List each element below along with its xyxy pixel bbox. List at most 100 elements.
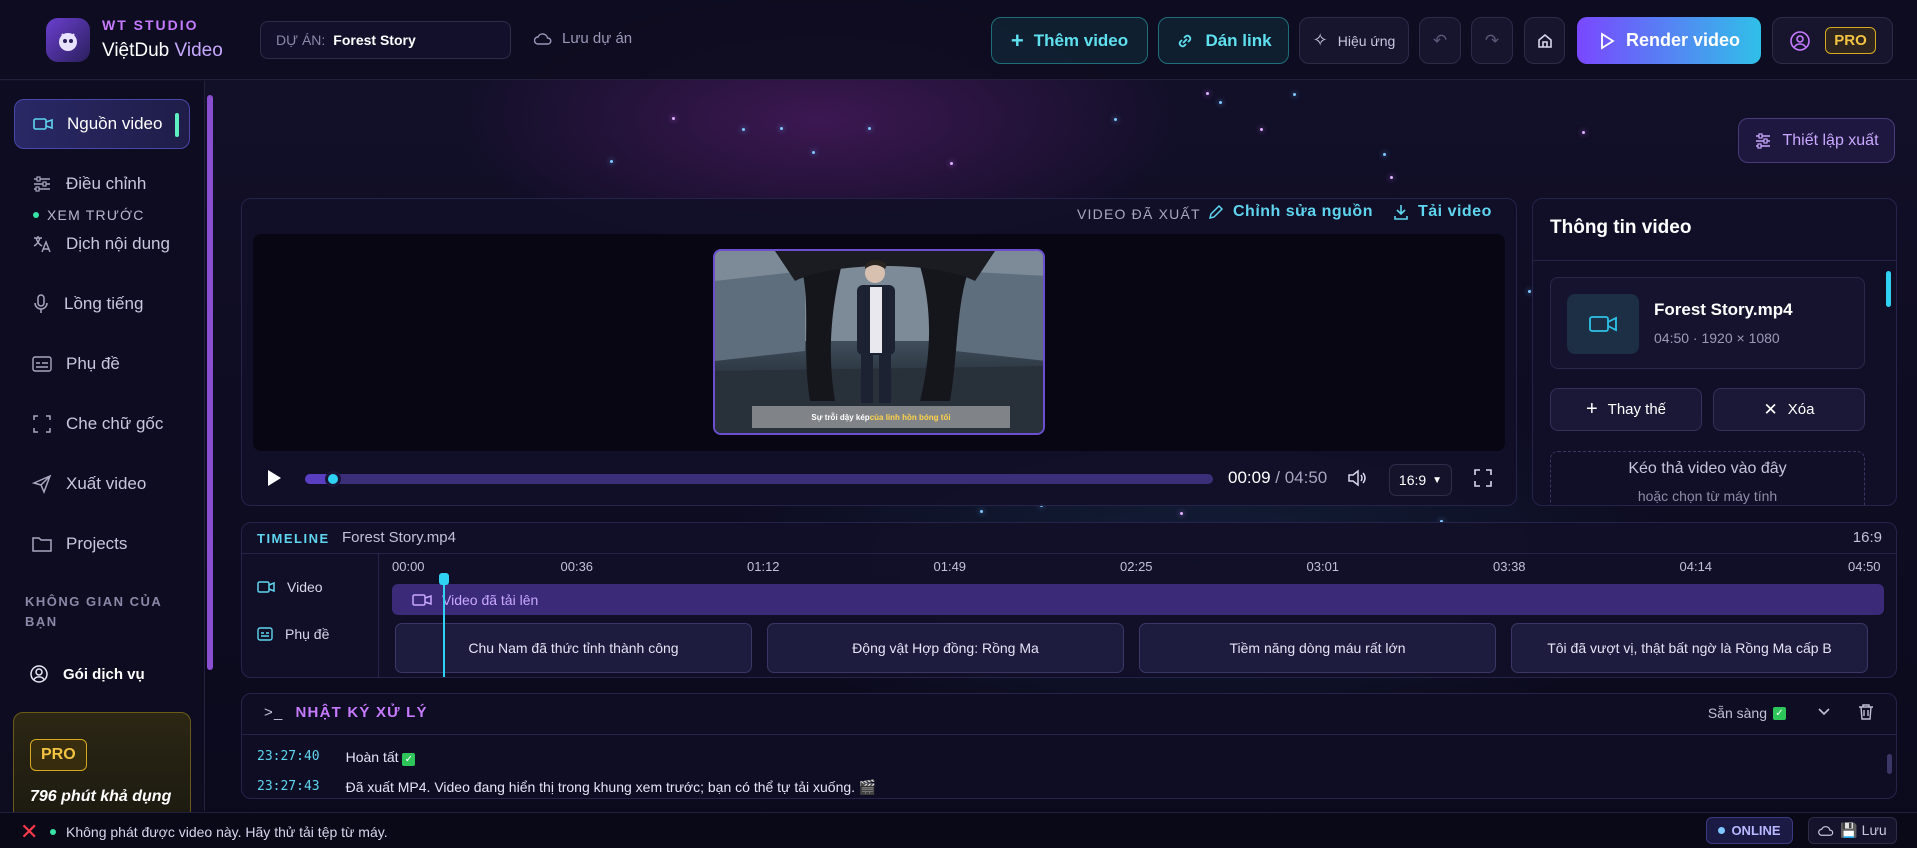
online-dot-icon [1718,827,1726,834]
sidebar-item-điều-chỉnh[interactable]: Điều chỉnh [14,159,190,209]
log-status-text: Sẵn sàng [1707,705,1767,721]
star-particle [1206,92,1209,95]
save-button[interactable]: 💾 Lưu [1808,817,1897,844]
project-name-field[interactable]: DỰ ÁN: Forest Story [260,21,511,59]
time-tick: 01:12 [747,559,780,574]
replace-button[interactable]: + Thay thế [1550,388,1702,431]
edit-source-button[interactable]: Chỉnh sửa nguồn [1207,203,1373,221]
mascot-icon [59,33,77,51]
export-settings-label: Thiết lập xuất [1782,131,1879,149]
aspect-ratio-select[interactable]: 16:9 ▼ [1389,464,1452,496]
time-tick: 00:36 [560,559,594,574]
download-video-button[interactable]: Tải video [1392,203,1492,221]
service-plan-label: Gói dịch vụ [63,665,145,683]
sidebar-scrollbar[interactable] [207,95,213,670]
account-button[interactable]: PRO [1772,17,1893,64]
fullscreen-icon [1474,469,1492,487]
file-meta: 04:50 · 1920 × 1080 [1654,330,1780,346]
effects-button[interactable]: ✧ Hiệu ứng [1299,17,1409,64]
divider [242,734,1896,735]
sidebar-item-nguồn-video[interactable]: Nguồn video [14,99,190,149]
status-message: Không phát được video này. Hãy thử tải t… [50,824,388,840]
status-dot-icon [50,829,56,835]
sidebar-item-label: Projects [66,534,128,553]
video-frame[interactable]: Sự trỗi dậy kép của linh hồn bóng tối [713,249,1045,435]
log-time: 23:27:43 [257,779,320,794]
add-video-button[interactable]: + Thêm video [991,17,1148,64]
subtitle-plain: Sự trỗi dậy kép [811,412,870,422]
user-icon [1790,30,1811,51]
export-settings-button[interactable]: Thiết lập xuất [1738,118,1895,163]
subtitles-icon [32,356,52,372]
service-plan-link[interactable]: Gói dịch vụ [29,664,145,684]
online-label: ONLINE [1731,823,1781,838]
seek-bar[interactable] [305,471,1213,487]
log-entry: 23:27:43 Đã xuất MP4. Video đang hiển th… [257,779,876,796]
subtitle-clip[interactable]: Chu Nam đã thức tỉnh thành công [395,623,752,673]
star-particle [1260,128,1263,131]
sidebar-item-che-chữ-gốc[interactable]: Che chữ gốc [14,399,190,449]
cloud-icon [1818,825,1834,836]
microphone-icon [32,294,50,314]
playhead[interactable] [443,577,445,677]
sidebar-item-label: Xuất video [66,474,147,493]
clear-log-button[interactable] [1858,703,1874,725]
subtitle-clip[interactable]: Tôi đã vượt vị, thật bất ngờ là Rồng Ma … [1511,623,1868,673]
total-duration: 04:50 [1284,468,1328,487]
video-clip-label: Video đã tải lên [442,591,539,608]
undo-button[interactable]: ↶ [1419,17,1461,64]
save-project-button[interactable]: Lưu dự án [534,30,632,47]
error-close-icon[interactable]: ✕ [20,819,38,845]
star-particle [1390,176,1393,179]
sidebar-item-xuất-video[interactable]: Xuất video [14,459,190,509]
file-card: Forest Story.mp4 04:50 · 1920 × 1080 [1550,277,1865,369]
app-logo [46,18,90,62]
paste-link-button[interactable]: Dán link [1158,17,1289,64]
paste-link-label: Dán link [1205,30,1272,50]
play-button[interactable] [263,467,285,493]
chevron-down-icon: ▼ [1432,474,1443,486]
preview-title-text: XEM TRƯỚC [47,207,145,223]
exported-video-label: VIDEO ĐÃ XUẤT [1077,206,1201,222]
time-tick: 02:25 [1120,559,1153,574]
home-button[interactable] [1524,17,1565,64]
sparkle-icon: ✧ [1312,30,1328,50]
sidebar-item-lồng-tiếng[interactable]: Lồng tiếng [14,279,190,329]
delete-button[interactable]: ✕ Xóa [1713,388,1865,431]
redo-button[interactable]: ↷ [1471,17,1513,64]
pencil-icon [1208,204,1224,220]
star-particle [780,127,783,130]
brand-name-main: ViệtDub [102,40,170,61]
plus-icon: + [1010,27,1024,53]
track-video-header: Video [257,579,323,595]
log-scrollbar[interactable] [1887,754,1892,774]
render-video-label: Render video [1625,30,1741,50]
subtitle-clip[interactable]: Tiềm năng dòng máu rất lớn [1139,623,1496,673]
sidebar-item-projects[interactable]: Projects [14,519,190,569]
fullscreen-button[interactable] [1474,469,1492,491]
video-clip[interactable]: Video đã tải lên [392,584,1884,615]
volume-button[interactable] [1347,468,1369,492]
drop-subtitle: hoặc chọn từ máy tính [1637,488,1778,504]
user-circle-icon [30,665,48,683]
divider [242,553,1896,554]
log-title-text: NHẬT KÝ XỬ LÝ [295,704,428,721]
edit-source-label: Chỉnh sửa nguồn [1233,203,1373,220]
drop-zone[interactable]: Kéo thả video vào đây hoặc chọn từ máy t… [1550,451,1865,505]
brand-name-accent: Video [169,40,223,61]
download-icon [1394,205,1408,220]
sidebar-item-phụ-đề[interactable]: Phụ đề [14,339,190,389]
delete-label: Xóa [1787,401,1815,418]
redo-icon: ↷ [1484,30,1500,50]
pro-card-badge: PRO [30,739,87,771]
render-video-button[interactable]: Render video [1577,17,1761,64]
divider [1533,260,1896,261]
video-info-title: Thông tin video [1550,217,1692,238]
log-title: >_ NHẬT KÝ XỬ LÝ [264,704,428,721]
replace-label: Thay thế [1607,401,1667,418]
collapse-log-button[interactable] [1817,704,1831,721]
info-scrollbar[interactable] [1886,271,1891,307]
star-particle [980,510,983,513]
sidebar-item-dịch-nội-dung[interactable]: Dịch nội dung [14,219,190,269]
subtitle-clip[interactable]: Động vật Hợp đồng: Rồng Ma [767,623,1124,673]
